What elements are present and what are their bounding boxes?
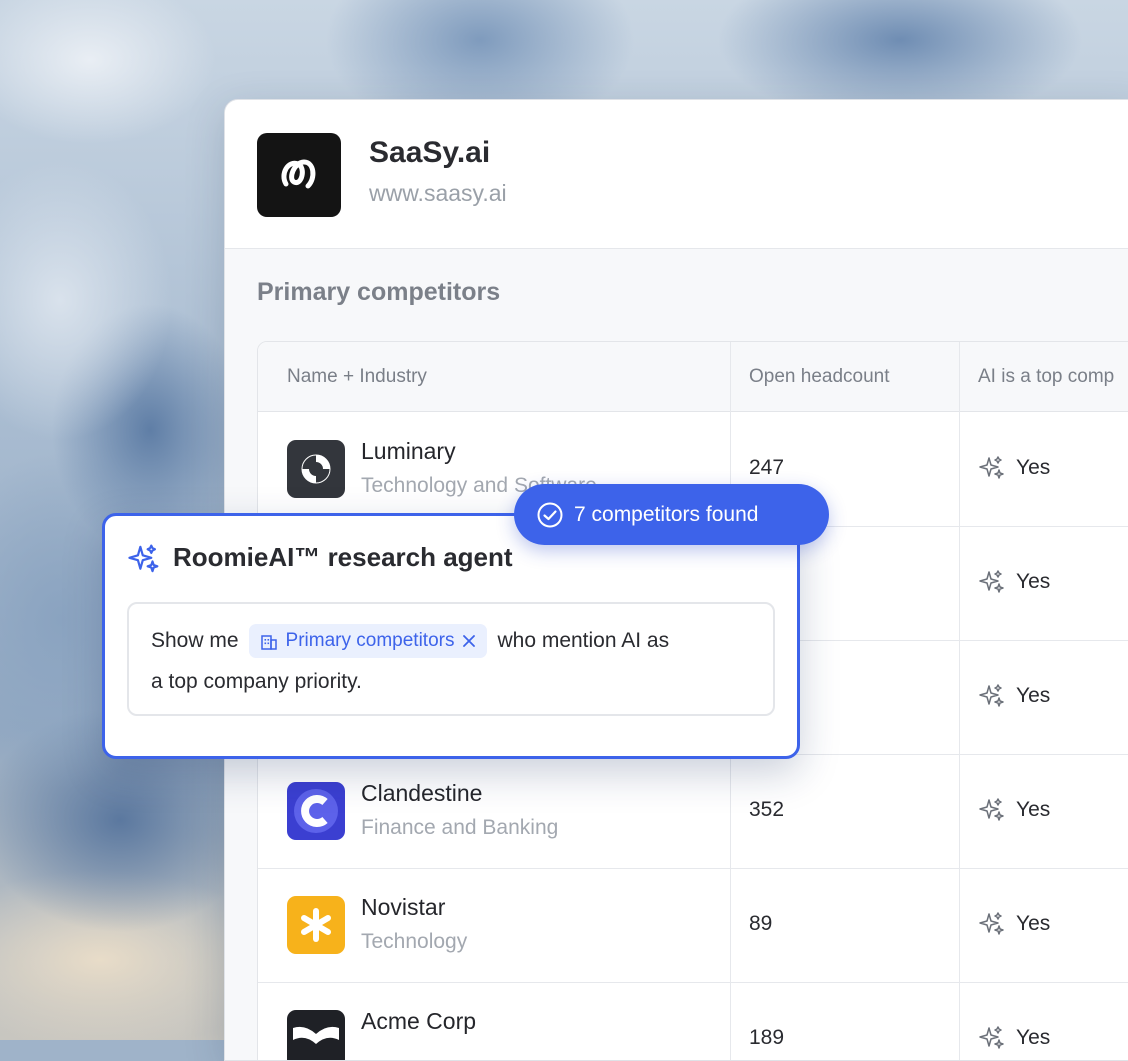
sparkle-icon [128,544,159,573]
sparkle-icon [979,1026,1004,1049]
ai-priority-value: Yes [1016,570,1051,593]
ai-priority-cell: Yes [978,1024,1050,1052]
ai-priority-cell: Yes [978,796,1050,824]
company-logo [287,896,345,954]
ai-priority-cell: Yes [978,682,1050,710]
company-logo [287,440,345,498]
table-row[interactable]: Novistar Technology 89 Yes [258,868,1128,983]
column-header-ai[interactable]: AI is a top comp [978,366,1114,388]
c-letter-icon [294,789,338,833]
agent-title: RoomieAI™ research agent [173,542,513,572]
filter-chip-label: Primary competitors [285,630,455,651]
sparkle-icon [979,456,1004,479]
ai-priority-value: Yes [1016,684,1051,707]
competitor-industry: Technology [361,930,468,953]
ai-priority-value: Yes [1016,912,1051,935]
agent-prompt-input[interactable]: Show me Primary competitors who mention … [127,602,775,716]
competitor-name: Novistar [361,894,446,920]
column-header-headcount[interactable]: Open headcount [749,366,890,388]
company-logo [287,782,345,840]
company-name: SaaSy.ai [369,136,491,169]
competitor-name: Acme Corp [361,1008,477,1034]
status-badge: 7 competitors found [514,484,829,545]
table-row[interactable]: Clandestine Finance and Banking 352 Yes [258,754,1128,869]
sparkle-icon [979,570,1004,593]
building-icon [260,635,277,650]
prompt-line-2: a top company priority. [151,670,362,693]
competitor-industry: Finance and Banking [361,816,559,839]
prompt-text-end: who mention AI as [497,629,670,652]
headcount-value: 89 [749,912,773,935]
table-row[interactable]: Acme Corp 189 Yes [258,982,1128,1060]
prompt-text-start: Show me [151,629,239,652]
ring-icon [301,454,331,484]
headcount-value: 352 [749,798,785,821]
section-title: Primary competitors [257,278,501,306]
card-header: SaaSy.ai www.saasy.ai [225,100,1128,249]
column-header-name[interactable]: Name + Industry [287,366,427,388]
ai-priority-value: Yes [1016,798,1051,821]
ai-priority-cell: Yes [978,568,1050,596]
sparkle-icon [979,684,1004,707]
prompt-line: Show me Primary competitors who mention … [151,624,669,658]
sparkle-icon [979,912,1004,935]
research-agent-panel: RoomieAI™ research agent Show me Primary… [102,513,800,759]
table-header: Name + Industry Open headcount AI is a t… [258,342,1128,412]
company-logo [257,133,341,217]
ai-priority-cell: Yes [978,910,1050,938]
ai-priority-cell: Yes [978,454,1050,482]
company-logo [287,1010,345,1060]
company-url[interactable]: www.saasy.ai [369,180,507,207]
headcount-value: 247 [749,456,785,479]
sparkle-icon [979,798,1004,821]
wing-icon [293,1026,339,1044]
headcount-value: 189 [749,1026,785,1049]
ai-priority-value: Yes [1016,456,1051,479]
asterisk-icon [301,908,331,942]
filter-chip[interactable]: Primary competitors [248,624,488,658]
check-circle-icon [537,502,563,527]
competitor-name: Luminary [361,438,456,464]
competitor-name: Clandestine [361,780,483,806]
swirl-logo-icon [281,159,316,189]
ai-priority-value: Yes [1016,1026,1051,1049]
close-icon[interactable] [461,633,477,649]
status-text: 7 competitors found [574,502,759,526]
